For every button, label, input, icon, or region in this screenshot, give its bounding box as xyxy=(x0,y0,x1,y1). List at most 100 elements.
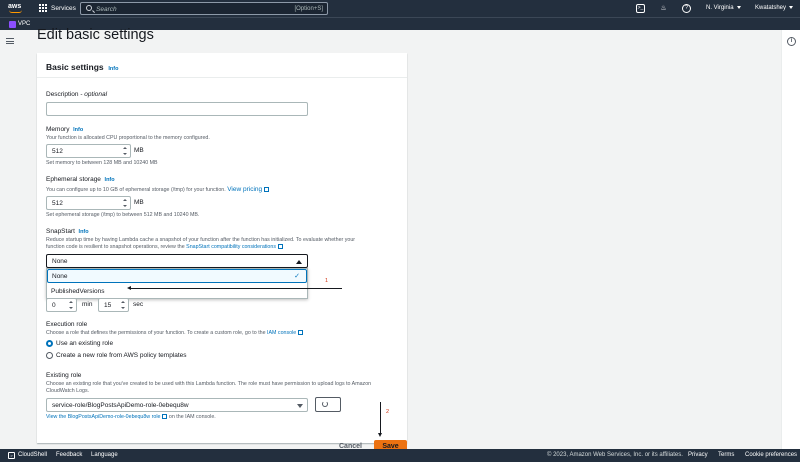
console-footer: > CloudShell Feedback Language © 2023, A… xyxy=(0,449,800,462)
card-divider xyxy=(37,77,407,78)
annotation-arrow-2-head xyxy=(378,433,382,437)
view-pricing-link[interactable]: View pricing xyxy=(227,186,262,193)
stepper-arrows-icon[interactable] xyxy=(121,301,125,309)
snapstart-option-none[interactable]: None ✓ xyxy=(47,269,307,283)
snapstart-description-1: Reduce startup time by having Lambda cac… xyxy=(46,237,356,243)
services-grid-icon xyxy=(39,4,47,12)
existing-role-value: service-role/BlogPostsApiDemo-role-0ebeq… xyxy=(52,402,189,409)
help-icon[interactable]: ? xyxy=(682,4,691,13)
annotation-arrow-2 xyxy=(380,402,381,434)
stepper-arrows-icon[interactable] xyxy=(123,147,127,155)
view-role-suffix: on the IAM console. xyxy=(168,414,216,420)
memory-value: 512 xyxy=(52,148,63,155)
top-navigation: aws Services Search [Option+S] >_ ♨ ? N.… xyxy=(0,0,800,17)
description-input[interactable] xyxy=(46,102,308,116)
annotation-arrow-1 xyxy=(131,288,342,289)
external-link-icon xyxy=(298,330,304,336)
vpc-shortcut-link[interactable]: VPC xyxy=(18,21,30,27)
cloudshell-link[interactable]: CloudShell xyxy=(18,452,47,458)
existing-role-label: Existing role xyxy=(46,372,82,379)
card-title-text: Basic settings xyxy=(46,62,104,72)
annotation-arrow-1-head xyxy=(127,286,131,290)
ephemeral-stepper[interactable]: 512 xyxy=(46,196,131,210)
create-new-role-label[interactable]: Create a new role from AWS policy templa… xyxy=(56,352,187,359)
page-title: Edit basic settings xyxy=(37,27,154,43)
services-menu-button[interactable]: Services xyxy=(39,4,76,12)
snapstart-description-2: function code is resilient to snapshot o… xyxy=(46,244,283,250)
execution-role-label: Execution role xyxy=(46,321,88,328)
timeout-sec-value: 15 xyxy=(104,302,112,309)
ephemeral-value: 512 xyxy=(52,200,63,207)
search-placeholder: Search xyxy=(96,6,117,13)
services-label: Services xyxy=(51,4,76,12)
existing-role-description-2: CloudWatch Logs. xyxy=(46,388,90,394)
ephemeral-info-link[interactable]: Info xyxy=(105,177,115,183)
card-info-link[interactable]: Info xyxy=(108,66,118,72)
optional-tag: optional xyxy=(84,91,108,98)
timeout-min-value: 0 xyxy=(52,302,56,309)
option-label: None xyxy=(52,273,68,280)
snapstart-option-publishedversions[interactable]: PublishedVersions xyxy=(47,285,307,298)
menu-hamburger-icon[interactable] xyxy=(6,38,14,44)
copyright-text: © 2023, Amazon Web Services, Inc. or its… xyxy=(547,452,683,458)
annotation-number-2: 2 xyxy=(386,409,390,415)
snapstart-label-text: SnapStart xyxy=(46,228,75,235)
card-title: Basic settings Info xyxy=(46,62,118,72)
memory-info-link[interactable]: Info xyxy=(73,127,83,133)
chevron-down-icon xyxy=(297,404,303,408)
cookie-preferences-link[interactable]: Cookie preferences xyxy=(745,452,797,458)
ephemeral-unit: MB xyxy=(134,199,144,206)
execution-role-description: Choose a role that defines the permissio… xyxy=(46,330,304,336)
snapstart-selected: None xyxy=(52,258,68,265)
aws-logo[interactable]: aws xyxy=(8,3,26,14)
search-input[interactable]: Search [Option+S] xyxy=(80,2,328,15)
external-link-icon xyxy=(162,414,168,420)
external-link-icon xyxy=(277,244,283,250)
aws-logo-text: aws xyxy=(8,3,22,10)
iam-console-link[interactable]: IAM console xyxy=(267,330,296,336)
refresh-roles-button[interactable] xyxy=(315,397,341,412)
cloudshell-footer-icon[interactable]: > xyxy=(8,452,15,459)
cloudshell-icon[interactable]: >_ xyxy=(636,4,645,13)
view-role-link[interactable]: View the BlogPostsApiDemo-role-0ebequ8w … xyxy=(46,414,160,420)
timeout-sec-stepper[interactable]: 15 xyxy=(98,298,129,312)
terms-link[interactable]: Terms xyxy=(718,452,734,458)
snapstart-info-link[interactable]: Info xyxy=(79,229,89,235)
ephemeral-label-text: Ephemeral storage xyxy=(46,176,101,183)
chevron-up-icon xyxy=(296,260,302,264)
existing-role-select[interactable]: service-role/BlogPostsApiDemo-role-0ebeq… xyxy=(46,398,308,412)
feedback-link[interactable]: Feedback xyxy=(56,452,82,458)
annotation-number-1: 1 xyxy=(325,278,329,284)
stepper-arrows-icon[interactable] xyxy=(123,199,127,207)
language-link[interactable]: Language xyxy=(91,452,118,458)
vpc-service-icon xyxy=(9,21,16,28)
search-icon xyxy=(86,5,92,11)
snapstart-desc-text: function code is resilient to snapshot o… xyxy=(46,244,185,250)
account-menu[interactable]: Kwatatshey xyxy=(755,5,794,11)
memory-stepper[interactable]: 512 xyxy=(46,144,131,158)
region-selector[interactable]: N. Virginia xyxy=(706,5,741,11)
search-shortcut: [Option+S] xyxy=(294,6,323,12)
privacy-link[interactable]: Privacy xyxy=(688,452,708,458)
timeout-min-stepper[interactable]: 0 xyxy=(46,298,77,312)
radio-use-existing-role[interactable] xyxy=(46,340,53,347)
chevron-down-icon xyxy=(789,5,794,9)
memory-constraint: Set memory to between 128 MB and 10240 M… xyxy=(46,160,158,166)
snapstart-compat-link[interactable]: SnapStart compatibility considerations xyxy=(186,244,276,250)
existing-role-description-1: Choose an existing role that you've crea… xyxy=(46,381,372,387)
use-existing-role-label[interactable]: Use an existing role xyxy=(56,340,113,347)
ephemeral-label: Ephemeral storage Info xyxy=(46,176,115,183)
memory-label: Memory Info xyxy=(46,126,83,133)
checkmark-icon: ✓ xyxy=(294,273,300,280)
option-label: PublishedVersions xyxy=(51,288,105,295)
notifications-bell-icon[interactable]: ♨ xyxy=(659,4,668,13)
radio-create-new-role[interactable] xyxy=(46,352,53,359)
memory-description: Your function is allocated CPU proportio… xyxy=(46,135,210,141)
memory-label-text: Memory xyxy=(46,126,70,133)
stepper-arrows-icon[interactable] xyxy=(69,301,73,309)
snapstart-select[interactable]: None xyxy=(46,254,308,268)
execution-role-desc-text: Choose a role that defines the permissio… xyxy=(46,330,266,336)
info-panel-icon[interactable]: i xyxy=(787,37,796,46)
description-label-text: Description - xyxy=(46,91,85,98)
region-label: N. Virginia xyxy=(706,5,734,11)
